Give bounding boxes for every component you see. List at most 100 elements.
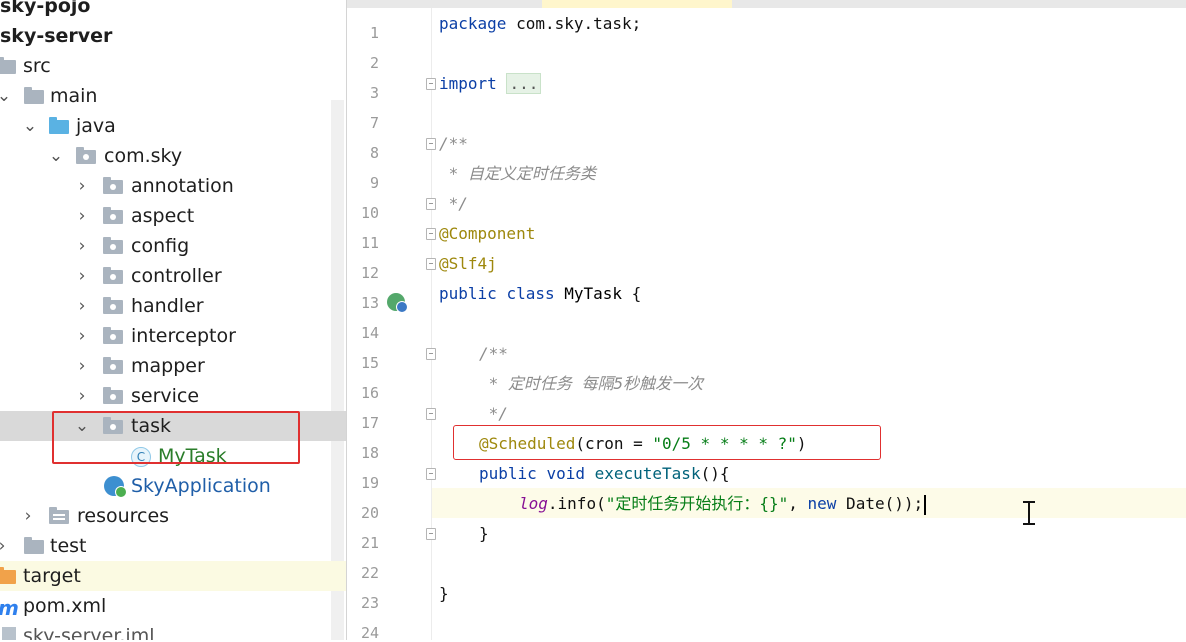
code-line: package com.sky.task; (439, 9, 641, 39)
spring-boot-app-icon (104, 476, 127, 498)
line-number: 22 (360, 564, 379, 582)
tree-item-test[interactable]: › test (0, 531, 346, 561)
package-icon (103, 207, 123, 224)
fold-marker-icon[interactable] (426, 468, 436, 480)
code-line: */ (439, 194, 468, 213)
fold-marker-icon[interactable] (426, 258, 436, 270)
line-number: 23 (360, 594, 379, 612)
tree-item-label: com.sky (104, 145, 183, 167)
keyword: public (439, 284, 497, 303)
tree-item-interceptor[interactable]: › interceptor (0, 321, 346, 351)
tree-item-label: sky-pojo (0, 0, 91, 17)
chevron-right-icon[interactable]: › (74, 291, 90, 321)
text-cursor-icon (1022, 500, 1036, 526)
line-number: 12 (360, 264, 379, 282)
chevron-right-icon[interactable]: › (74, 351, 90, 381)
code-line: import ... (439, 69, 542, 99)
fold-marker-icon[interactable] (426, 228, 436, 240)
line-number: 16 (360, 384, 379, 402)
chevron-right-icon[interactable]: › (74, 201, 90, 231)
chevron-right-icon[interactable]: › (74, 171, 90, 201)
chevron-down-icon[interactable]: ⌄ (0, 81, 12, 111)
tree-item-label: service (131, 385, 200, 407)
fold-marker-icon[interactable] (426, 528, 436, 540)
keyword: void (546, 464, 585, 483)
line-number: 3 (369, 84, 379, 102)
package-icon (103, 327, 123, 344)
tree-item-sky-server[interactable]: sky-server (0, 21, 346, 51)
tree-item-label: src (23, 55, 51, 77)
class-name: MyTask (564, 284, 623, 303)
tree-item-label: config (131, 235, 190, 257)
tree-item-com-sky[interactable]: ⌄ com.sky (0, 141, 346, 171)
chevron-down-icon[interactable]: ⌄ (22, 111, 38, 141)
tree-item-java[interactable]: ⌄ java (0, 111, 346, 141)
line-number: 1 (369, 24, 379, 42)
tree-item-controller[interactable]: › controller (0, 261, 346, 291)
chevron-right-icon[interactable]: › (20, 501, 36, 531)
tree-item-label: annotation (131, 175, 234, 197)
tree-item-label: aspect (131, 205, 195, 227)
tree-item-label: resources (77, 505, 170, 527)
folded-imports[interactable]: ... (506, 73, 542, 94)
tree-item-label: sky-server (0, 25, 113, 47)
chevron-right-icon[interactable]: › (0, 531, 10, 561)
tree-item-annotation[interactable]: › annotation (0, 171, 346, 201)
tree-item-skyapplication[interactable]: SkyApplication (0, 471, 346, 501)
tree-item-aspect[interactable]: › aspect (0, 201, 346, 231)
folder-icon (24, 537, 44, 554)
line-number: 10 (360, 204, 379, 222)
line-number: 17 (360, 414, 379, 432)
folder-icon (0, 57, 16, 74)
code-line: * 定时任务 每隔5秒触发一次 (479, 374, 704, 393)
tree-item-label: java (76, 115, 116, 137)
tree-item-sky-pojo[interactable]: sky-pojo (0, 0, 346, 21)
tree-item-label: handler (131, 295, 204, 317)
chevron-right-icon[interactable]: › (74, 231, 90, 261)
package-icon (76, 147, 96, 164)
tree-item-main[interactable]: ⌄ main (0, 81, 346, 111)
tree-item-label: test (50, 535, 87, 557)
tree-item-label: controller (131, 265, 222, 287)
keyword: package (439, 14, 507, 33)
line-number: 8 (369, 144, 379, 162)
tree-item-resources[interactable]: › resources (0, 501, 346, 531)
code-editor[interactable]: 1 2 3 7 8 9 10 11 12 13 14 15 16 17 18 1… (346, 0, 1186, 642)
editor-gutter: 1 2 3 7 8 9 10 11 12 13 14 15 16 17 18 1… (347, 8, 431, 642)
tree-item-config[interactable]: › config (0, 231, 346, 261)
package-icon (103, 267, 123, 284)
fold-marker-icon[interactable] (426, 198, 436, 210)
tree-item-src[interactable]: src (0, 51, 346, 81)
string-literal: "定时任务开始执行：{}" (605, 494, 789, 513)
tree-item-mapper[interactable]: › mapper (0, 351, 346, 381)
keyword: class (506, 284, 555, 303)
annotation-highlight-box (453, 425, 881, 460)
method-name: executeTask (594, 464, 701, 483)
fold-marker-icon[interactable] (426, 138, 436, 150)
tree-item-label: sky-server.iml (23, 625, 155, 640)
field-name: log (519, 494, 548, 513)
fold-marker-icon[interactable] (426, 348, 436, 360)
tree-item-service[interactable]: › service (0, 381, 346, 411)
tree-item-pom-xml[interactable]: m pom.xml (0, 591, 346, 621)
tree-item-handler[interactable]: › handler (0, 291, 346, 321)
line-number: 15 (360, 354, 379, 372)
fold-marker-icon[interactable] (426, 408, 436, 420)
tree-item-label: main (50, 85, 98, 107)
tree-item-target[interactable]: target (0, 561, 346, 591)
chevron-right-icon[interactable]: › (74, 381, 90, 411)
code-line: * 自定义定时任务类 (439, 164, 596, 183)
chevron-down-icon[interactable]: ⌄ (48, 141, 64, 171)
spring-bean-gutter-icon[interactable] (387, 293, 408, 313)
line-number: 2 (369, 54, 379, 72)
fold-marker-icon[interactable] (426, 78, 436, 90)
tree-item-label: SkyApplication (131, 475, 271, 497)
code-line: } (479, 524, 489, 543)
maven-icon: m (0, 596, 19, 620)
active-tab[interactable] (542, 0, 732, 8)
chevron-right-icon[interactable]: › (74, 261, 90, 291)
code-line: public class MyTask { (439, 279, 641, 309)
tree-item-iml[interactable]: sky-server.iml (0, 621, 346, 640)
chevron-right-icon[interactable]: › (74, 321, 90, 351)
package-icon (103, 237, 123, 254)
